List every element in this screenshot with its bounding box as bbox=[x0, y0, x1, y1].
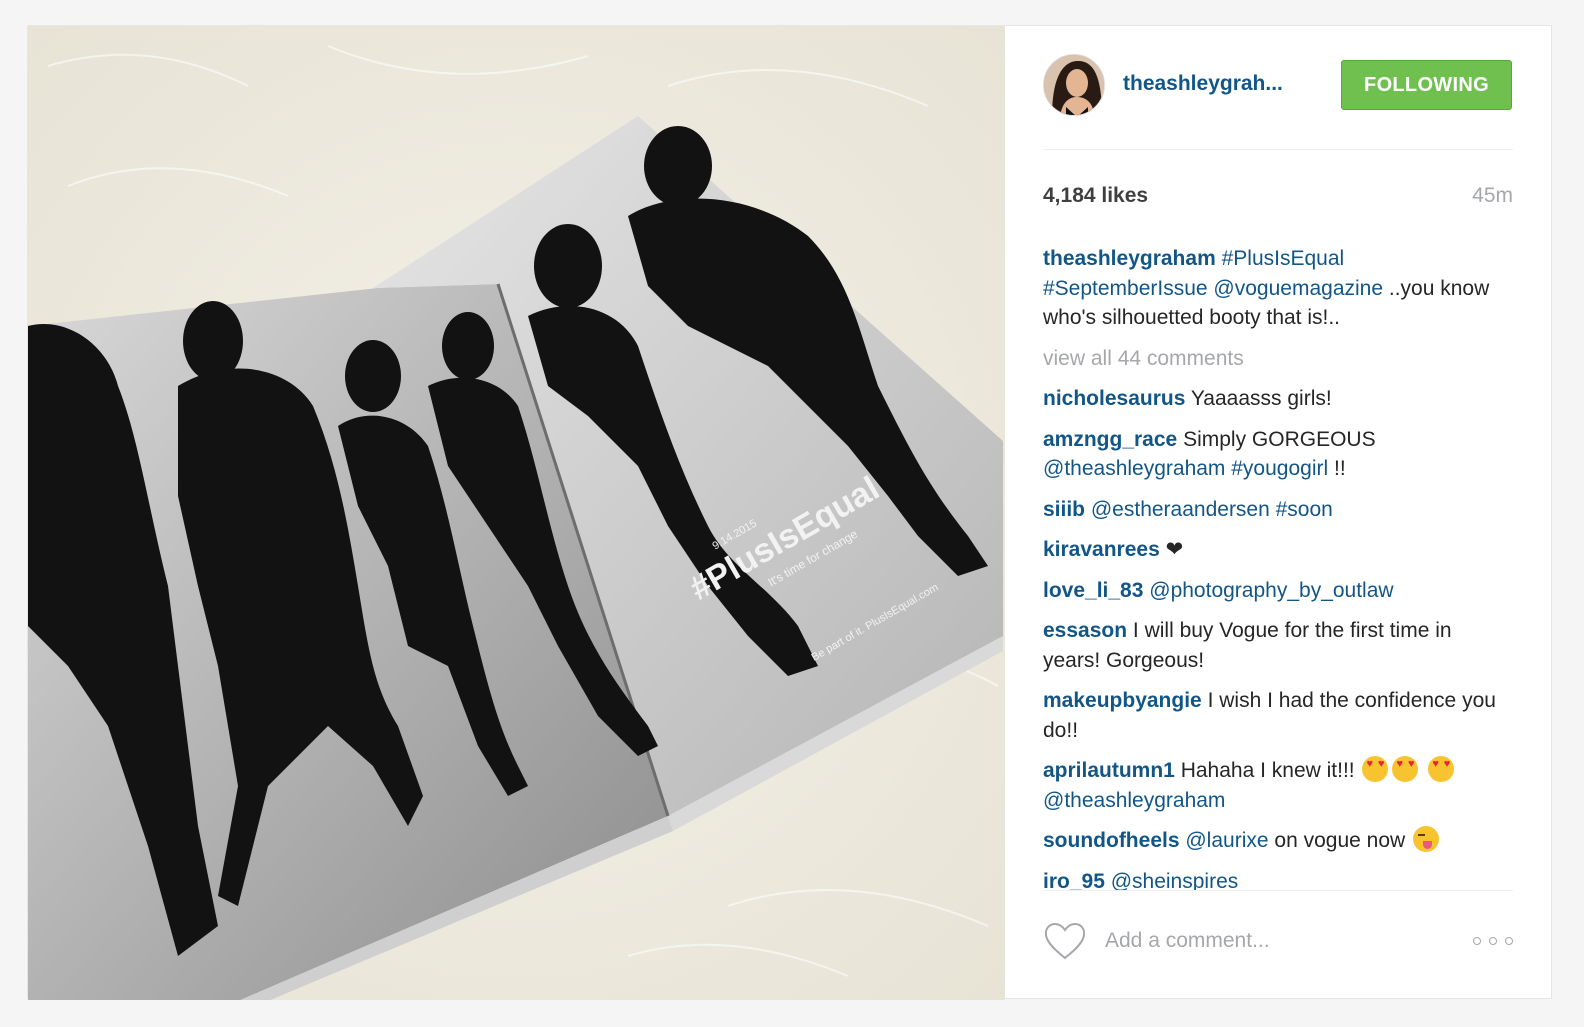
comment-item: love_li_83 @photography_by_outlaw bbox=[1043, 576, 1513, 606]
username-link[interactable]: theashleygrah... bbox=[1123, 72, 1283, 96]
following-button[interactable]: FOLLOWING bbox=[1341, 60, 1512, 110]
caption: theashleygraham #PlusIsEqual #SeptemberI… bbox=[1043, 244, 1513, 333]
comment-text: Simply GORGEOUS bbox=[1183, 427, 1376, 451]
comment-username[interactable]: siiib bbox=[1043, 498, 1085, 521]
comment-mention[interactable]: @sheinspires bbox=[1111, 870, 1239, 891]
caption-username[interactable]: theashleygraham bbox=[1043, 247, 1216, 270]
more-options-button[interactable] bbox=[1473, 931, 1513, 951]
comment-mention[interactable]: @photography_by_outlaw bbox=[1149, 579, 1393, 602]
more-options-icon bbox=[1505, 937, 1513, 945]
footer-divider bbox=[1043, 890, 1513, 891]
comment-username[interactable]: iro_95 bbox=[1043, 870, 1105, 891]
comment-username[interactable]: soundofheels bbox=[1043, 829, 1180, 852]
comment-mention[interactable]: @theashleygraham #yougogirl bbox=[1043, 457, 1328, 480]
post-timestamp[interactable]: 45m bbox=[1472, 184, 1513, 208]
comment-username[interactable]: makeupbyangie bbox=[1043, 689, 1202, 712]
comment-item: essason I will buy Vogue for the first t… bbox=[1043, 616, 1513, 675]
comments-list[interactable]: theashleygraham #PlusIsEqual #SeptemberI… bbox=[1043, 244, 1513, 890]
comment-item: kiravanrees ❤ bbox=[1043, 535, 1513, 565]
comment-text: Yaaaasss girls! bbox=[1190, 387, 1332, 410]
avatar[interactable] bbox=[1043, 54, 1105, 116]
likes-count[interactable]: 4,184 likes bbox=[1043, 184, 1148, 208]
comment-item: amzngg_race Simply GORGEOUS @theashleygr… bbox=[1043, 425, 1513, 484]
magazine-photo-illustration: 9.14.2015 #PlusIsEqual It's time for cha… bbox=[28, 26, 1005, 1000]
comment-item: soundofheels @laurixe on vogue now bbox=[1043, 826, 1513, 856]
more-options-icon bbox=[1489, 937, 1497, 945]
comment-username[interactable]: essason bbox=[1043, 619, 1127, 642]
comment-username[interactable]: kiravanrees bbox=[1043, 538, 1160, 561]
comment-item: aprilautumn1 Hahaha I knew it!!! @theash… bbox=[1043, 756, 1513, 815]
heart-icon[interactable] bbox=[1043, 921, 1087, 961]
post-photo[interactable]: 9.14.2015 #PlusIsEqual It's time for cha… bbox=[28, 26, 1005, 1000]
post-stats: 4,184 likes 45m bbox=[1043, 184, 1513, 212]
header-divider bbox=[1043, 149, 1513, 150]
comment-text-tail: !! bbox=[1328, 457, 1346, 480]
avatar-image bbox=[1044, 55, 1104, 115]
black-heart-icon: ❤ bbox=[1165, 538, 1184, 561]
heart-eyes-emoji-icon bbox=[1428, 756, 1455, 782]
add-comment-input[interactable] bbox=[1105, 923, 1445, 959]
view-all-comments-link[interactable]: view all 44 comments bbox=[1043, 344, 1513, 374]
comment-username[interactable]: aprilautumn1 bbox=[1043, 759, 1175, 782]
comment-item: iro_95 @sheinspires bbox=[1043, 867, 1513, 891]
comment-mention[interactable]: @theashleygraham bbox=[1043, 789, 1225, 812]
post-header: theashleygrah... FOLLOWING bbox=[1043, 52, 1513, 120]
comment-username[interactable]: love_li_83 bbox=[1043, 579, 1143, 602]
comment-text: Hahaha I knew it!!! bbox=[1180, 759, 1355, 782]
more-options-icon bbox=[1473, 937, 1481, 945]
comment-item: siiib @estheraandersen #soon bbox=[1043, 495, 1513, 525]
winking-tongue-emoji-icon bbox=[1413, 826, 1440, 852]
comment-item: nicholesaurus Yaaaasss girls! bbox=[1043, 384, 1513, 414]
comment-text: on vogue now bbox=[1274, 829, 1406, 852]
post-sidebar: theashleygrah... FOLLOWING 4,184 likes 4… bbox=[1043, 26, 1513, 1000]
comment-mention[interactable]: @estheraandersen #soon bbox=[1091, 498, 1333, 521]
comment-mention[interactable]: @laurixe bbox=[1185, 829, 1268, 852]
heart-eyes-emoji-icon bbox=[1392, 756, 1419, 782]
comment-username[interactable]: amzngg_race bbox=[1043, 428, 1177, 451]
heart-eyes-emoji-icon bbox=[1362, 756, 1389, 782]
comment-bar bbox=[1043, 919, 1513, 969]
comment-item: makeupbyangie I wish I had the confidenc… bbox=[1043, 686, 1513, 745]
comment-username[interactable]: nicholesaurus bbox=[1043, 387, 1185, 410]
post-card: 9.14.2015 #PlusIsEqual It's time for cha… bbox=[27, 25, 1552, 1000]
